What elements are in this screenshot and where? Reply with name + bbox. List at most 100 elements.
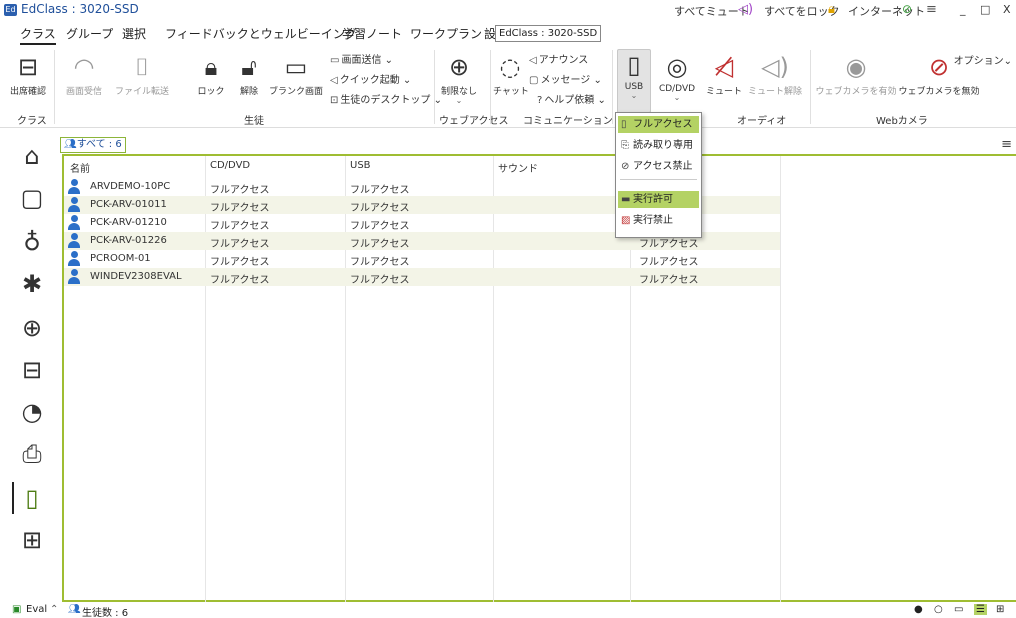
tab-group[interactable]: グループ (66, 25, 113, 42)
chevron-up-icon[interactable]: ⌃ (50, 604, 58, 615)
student-name: ARVDEMO-10PC (90, 181, 171, 192)
pie-chart-icon[interactable]: ◔ (18, 398, 46, 426)
printer-icon[interactable]: ⎙ (18, 440, 46, 468)
group-label-class: クラス (17, 116, 47, 127)
usb-status: フルアクセス (350, 221, 410, 232)
column-header-name[interactable]: 名前 (70, 160, 90, 175)
quick-launch-button[interactable]: ◁ クイック起動 ⌄ (330, 71, 411, 86)
monitor-icon: ▭ (284, 53, 308, 81)
announce-label: アナウンス (538, 55, 589, 66)
title-bar: Ed EdClass : 3020-SSD すべてミュート ◁) すべてをロック… (0, 0, 1016, 20)
unlock-button[interactable]: 🔓︎ 解除 (232, 52, 266, 97)
help-request-label: ヘルプ依頼 (544, 95, 595, 106)
menu-item-label: アクセス禁止 (633, 161, 693, 172)
menu-item-block-execute[interactable]: ▨ 実行禁止 (618, 212, 699, 229)
table-row[interactable]: WINDEV2308EVAL フルアクセス フルアクセス フルアクセス (64, 268, 780, 286)
badge-star-icon[interactable]: ✱ (18, 270, 46, 298)
webcam-disable-button[interactable]: ⊘ ウェブカメラを無効 (898, 52, 980, 97)
screen-send-label: 画面送信 (341, 55, 382, 66)
student-desktop-label: 生徒のデスクトップ (340, 95, 431, 106)
list-menu-icon[interactable]: ≡ (1001, 137, 1012, 152)
group-icon: 👥︎ (68, 604, 81, 615)
tab-class[interactable]: クラス (20, 25, 56, 45)
unmute-button[interactable]: ◁) ミュート解除 (748, 52, 802, 97)
column-header-cd-dvd[interactable]: CD/DVD (210, 160, 250, 171)
cd-status: フルアクセス (210, 239, 270, 250)
announce-button[interactable]: ◁ アナウンス (529, 51, 588, 66)
help-request-button[interactable]: ? ヘルプ依頼 ⌄ (537, 91, 606, 106)
lock-label: ロック (197, 87, 225, 97)
home-icon[interactable]: ⌂ (18, 142, 46, 170)
minimize-button[interactable]: _ (960, 3, 966, 16)
usb-drive-icon[interactable]: ▯ (18, 484, 46, 512)
message-icon: ▢ (529, 75, 539, 86)
cd-dvd-button[interactable]: ◎ CD/DVD ⌄ (654, 52, 700, 102)
lock-icon: 🔒︎ (204, 53, 218, 81)
attendance-button[interactable]: ⊟ 出席確認 (6, 52, 50, 97)
student-name: PCK-ARV-01210 (90, 217, 167, 228)
hamburger-menu-icon[interactable]: ≡ (926, 2, 937, 17)
chat-button[interactable]: ◌ チャット (493, 52, 529, 97)
filter-tab-all[interactable]: 👥︎すべて : 6 (60, 137, 126, 153)
student-name: PCK-ARV-01226 (90, 235, 167, 246)
menu-item-label: 実行禁止 (633, 215, 673, 226)
unlock-icon: 🔓︎ (241, 53, 257, 81)
blocked-icon: ⊘ (621, 161, 630, 172)
student-desktop-button[interactable]: ⊡ 生徒のデスクトップ ⌄ (330, 91, 442, 106)
webcam-enable-button[interactable]: ◉ ウェブカメラを有効 (814, 52, 898, 97)
globe-icon[interactable]: ⊕ (18, 314, 46, 342)
internet-button[interactable]: インターネット (848, 3, 925, 19)
column-header-sound[interactable]: サウンド (498, 160, 538, 175)
usb-status: フルアクセス (350, 239, 410, 250)
student-name: PCK-ARV-01011 (90, 199, 167, 210)
menu-item-label: 読み取り専用 (633, 140, 693, 151)
tab-select[interactable]: 選択 (122, 25, 146, 42)
cd-status: フルアクセス (210, 185, 270, 196)
screen-send-button[interactable]: ▭ 画面送信 ⌄ (330, 51, 393, 66)
window-blocked-icon: ▨ (621, 215, 631, 226)
menu-item-no-access[interactable]: ⊘ アクセス禁止 (618, 158, 699, 175)
file-transfer-button[interactable]: ⌷ ファイル転送 (113, 52, 171, 97)
tooltip: EdClass : 3020-SSD (495, 25, 602, 42)
message-button[interactable]: ▢ メッセージ ⌄ (529, 71, 602, 86)
microphone-icon[interactable]: ♁ (18, 228, 46, 256)
cd-status: フルアクセス (210, 257, 270, 268)
menu-item-full-access[interactable]: ▯ フルアクセス (618, 116, 699, 133)
usb-drive-icon: ▯ (627, 51, 641, 79)
person-outline-icon[interactable]: ○ (934, 604, 943, 615)
divider (54, 50, 55, 124)
image-add-icon[interactable]: ⊞ (18, 526, 46, 554)
padlock-icon: 🔒︎ (828, 2, 835, 17)
mute-label: ミュート (705, 87, 742, 97)
close-button[interactable]: X (1003, 3, 1011, 16)
table-row[interactable]: PCROOM-01 フルアクセス フルアクセス フルアクセス (64, 250, 780, 268)
menu-item-allow-execute[interactable]: ▬ 実行許可 (618, 191, 699, 208)
student-icon (68, 233, 80, 249)
list-view-icon[interactable]: ☰ (974, 604, 987, 615)
web-unrestricted-button[interactable]: ⊕ 制限なし ⌄ (438, 52, 480, 105)
grid-view-icon[interactable]: ⊞ (996, 604, 1004, 615)
screen-icon[interactable]: ▢ (18, 184, 46, 212)
megaphone-icon: ◁ (529, 55, 537, 66)
student-table: 名前 CD/DVD USB サウンド ARVDEMO-10PC フルアクセス フ… (62, 154, 1016, 602)
browser-window-icon[interactable]: ⊟ (18, 356, 46, 384)
menu-item-read-only[interactable]: ⎘ 読み取り専用 (618, 137, 699, 154)
mute-button[interactable]: ◁̸ ミュート (704, 52, 744, 97)
screen-receive-button[interactable]: ◠ 画面受信 (58, 52, 110, 97)
usb-button[interactable]: ▯ USB ⌄ (617, 49, 651, 113)
divider (620, 179, 697, 180)
column-header-usb[interactable]: USB (350, 160, 371, 171)
disc-icon: ◎ (666, 53, 688, 81)
maximize-button[interactable]: □ (980, 3, 990, 16)
cd-status: フルアクセス (210, 221, 270, 232)
tab-work-plan[interactable]: ワークプラン (410, 25, 482, 42)
person-filled-icon[interactable]: ● (914, 604, 923, 615)
tab-feedback[interactable]: フィードバックとウェルビーイング (165, 25, 357, 42)
menu-item-label: 実行許可 (633, 194, 673, 205)
group-icon: 👥︎ (64, 139, 77, 150)
tab-learning-notes[interactable]: 学習ノート (342, 25, 402, 42)
webcam-icon: ◉ (845, 53, 867, 81)
monitor-view-icon[interactable]: ▭ (954, 604, 963, 615)
lock-button[interactable]: 🔒︎ ロック (193, 52, 229, 97)
blank-screen-button[interactable]: ▭ ブランク画面 (268, 52, 324, 97)
